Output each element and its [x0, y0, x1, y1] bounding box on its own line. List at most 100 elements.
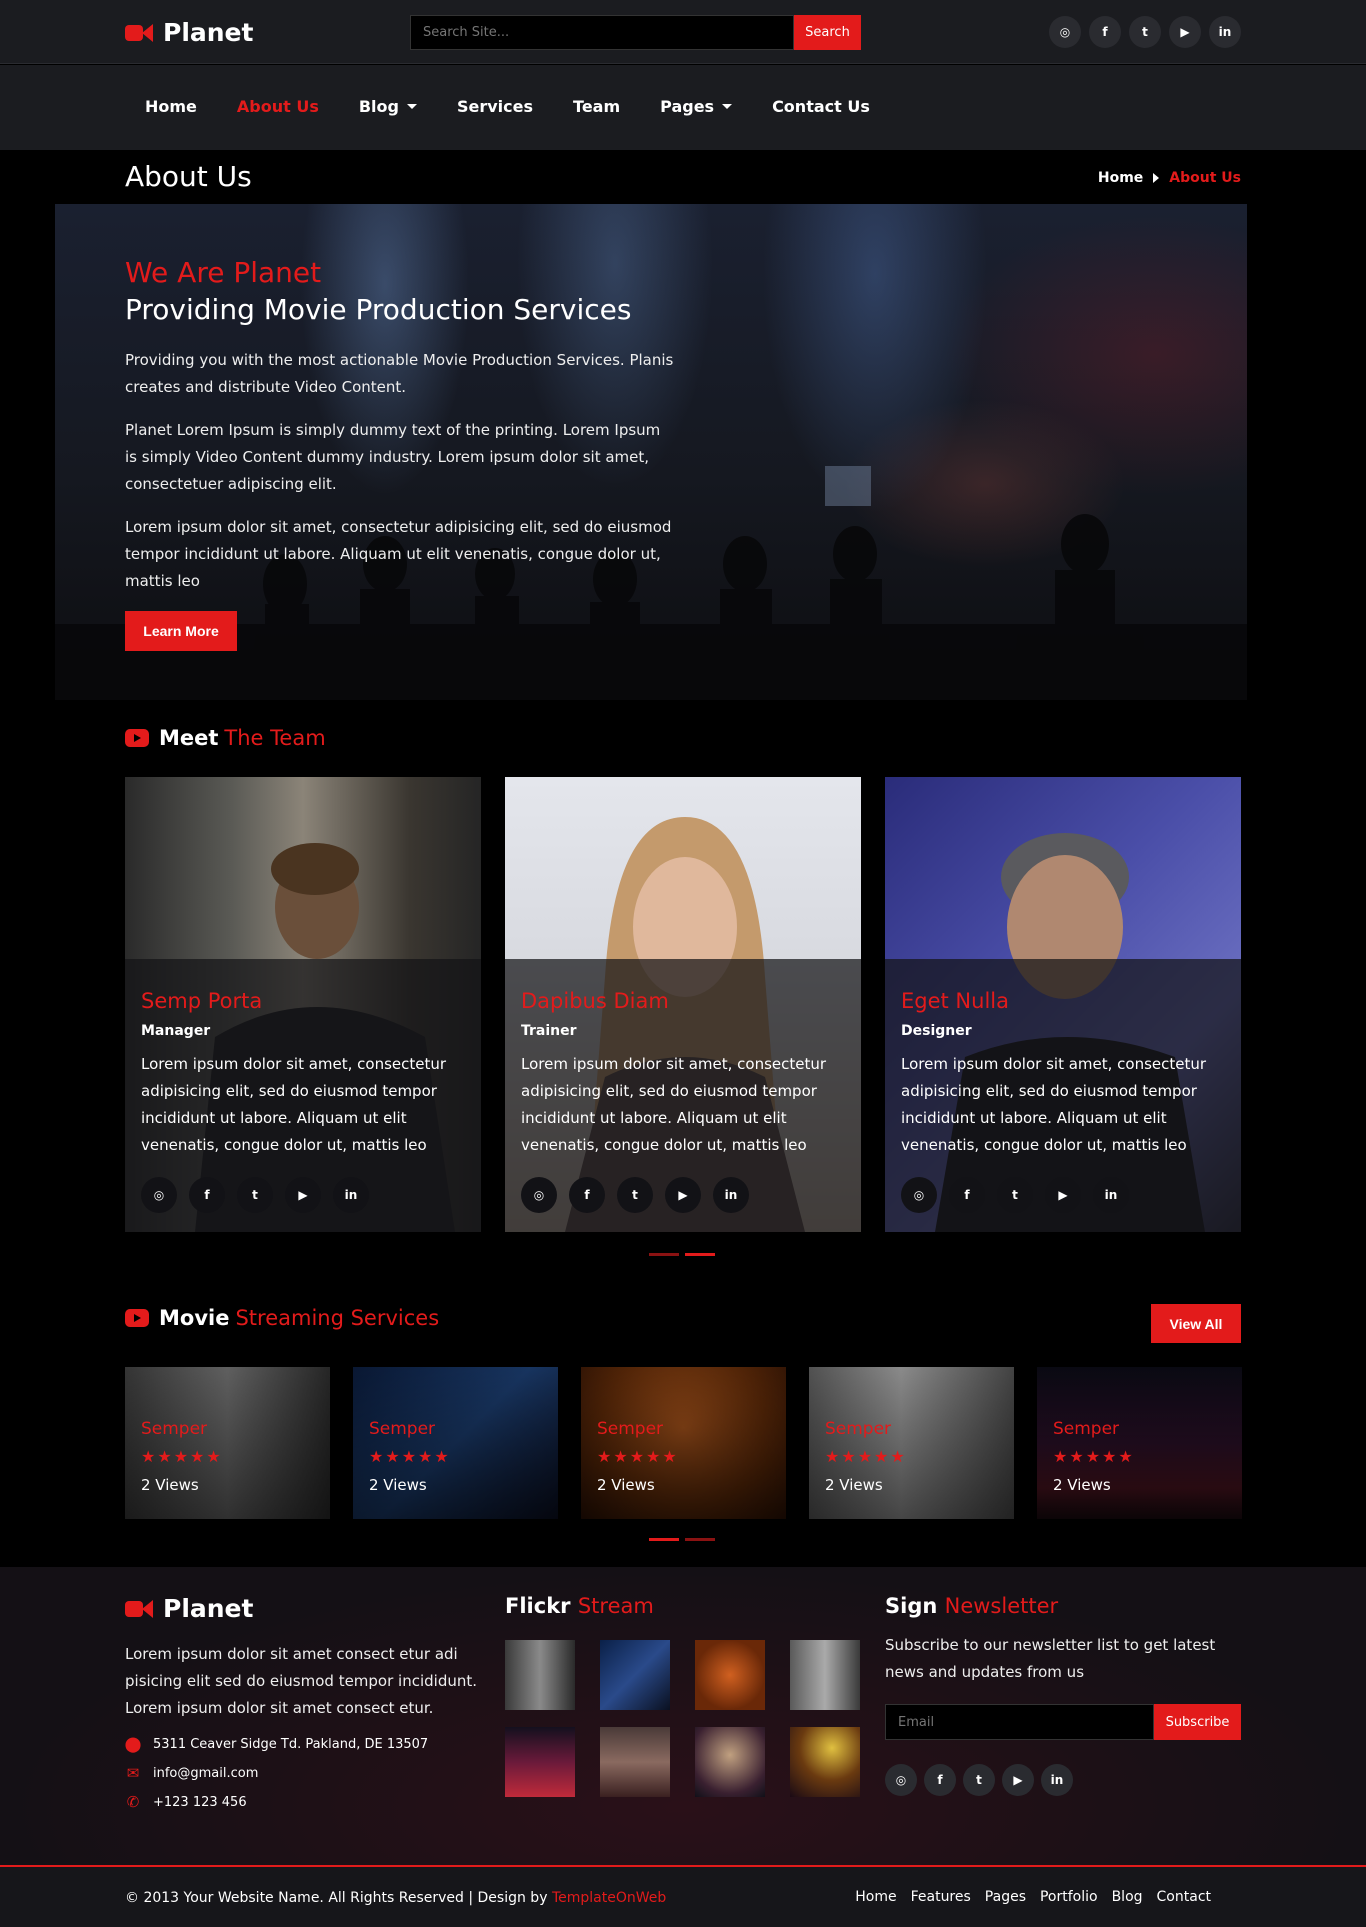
twitter-icon[interactable]: t: [237, 1177, 273, 1213]
newsletter-heading-white: Sign: [885, 1594, 938, 1618]
hero-heading-red: We Are Planet: [125, 256, 322, 289]
hero-paragraph-1: Providing you with the most actionable M…: [125, 351, 674, 396]
view-all-button[interactable]: View All: [1151, 1304, 1241, 1343]
movie-card[interactable]: Semper ★★★★★ 2 Views: [1037, 1367, 1242, 1519]
movie-carousel-dots: [649, 1538, 715, 1541]
search-input[interactable]: [410, 15, 794, 50]
youtube-icon[interactable]: ▶: [665, 1177, 701, 1213]
star-rating-icon: ★★★★★: [369, 1447, 451, 1466]
footer-address: ⬤ 5311 Ceaver Sidge Td. Pakland, DE 1350…: [125, 1735, 481, 1753]
footer-link-blog[interactable]: Blog: [1112, 1889, 1143, 1905]
instagram-icon[interactable]: ◎: [521, 1177, 557, 1213]
flickr-thumb[interactable]: [695, 1727, 765, 1797]
footer-link-features[interactable]: Features: [911, 1889, 971, 1905]
nav-team[interactable]: Team: [573, 97, 620, 116]
flickr-thumb[interactable]: [505, 1640, 575, 1710]
nav-blog[interactable]: Blog: [359, 97, 417, 116]
movie-card[interactable]: Semper ★★★★★ 2 Views: [125, 1367, 330, 1519]
footer-email[interactable]: ✉ info@gmail.com: [125, 1764, 481, 1782]
chevron-down-icon: [722, 104, 733, 109]
footer-links: Home Features Pages Portfolio Blog Conta…: [855, 1889, 1211, 1905]
movie-card[interactable]: Semper ★★★★★ 2 Views: [809, 1367, 1014, 1519]
movie-views: 2 Views: [597, 1476, 655, 1494]
movie-title-white: Movie: [159, 1306, 230, 1330]
footer-link-portfolio[interactable]: Portfolio: [1040, 1889, 1098, 1905]
team-section-heading: Meet The Team: [125, 726, 326, 750]
newsletter-email-input[interactable]: [885, 1704, 1154, 1740]
flickr-thumb[interactable]: [790, 1727, 860, 1797]
flickr-thumb[interactable]: [600, 1640, 670, 1710]
flickr-thumb[interactable]: [505, 1727, 575, 1797]
nav-home[interactable]: Home: [145, 97, 197, 116]
flickr-thumb[interactable]: [790, 1640, 860, 1710]
twitter-icon[interactable]: t: [997, 1177, 1033, 1213]
footer-link-contact[interactable]: Contact: [1157, 1889, 1211, 1905]
learn-more-button[interactable]: Learn More: [125, 611, 237, 651]
address-text: 5311 Ceaver Sidge Td. Pakland, DE 13507: [153, 1736, 429, 1752]
flickr-heading-white: Flickr: [505, 1594, 571, 1618]
nav-services[interactable]: Services: [457, 97, 533, 116]
flickr-thumbnails: [505, 1640, 861, 1797]
team-card[interactable]: Eget Nulla Designer Lorem ipsum dolor si…: [885, 777, 1241, 1232]
team-member-desc: Lorem ipsum dolor sit amet, consectetur …: [901, 1055, 1207, 1154]
hero-heading: Providing Movie Production Services: [125, 293, 632, 326]
twitter-icon[interactable]: t: [963, 1764, 995, 1796]
play-icon: [125, 1309, 149, 1327]
flickr-thumb[interactable]: [695, 1640, 765, 1710]
youtube-icon[interactable]: ▶: [1169, 16, 1201, 48]
instagram-icon[interactable]: ◎: [901, 1177, 937, 1213]
carousel-dot-active[interactable]: [649, 1538, 679, 1541]
nav-about-us[interactable]: About Us: [237, 97, 319, 116]
team-card[interactable]: Dapibus Diam Trainer Lorem ipsum dolor s…: [505, 777, 861, 1232]
instagram-icon[interactable]: ◎: [1049, 16, 1081, 48]
linkedin-icon[interactable]: in: [1041, 1764, 1073, 1796]
flickr-thumb[interactable]: [600, 1727, 670, 1797]
facebook-icon[interactable]: f: [1089, 16, 1121, 48]
team-card[interactable]: Semp Porta Manager Lorem ipsum dolor sit…: [125, 777, 481, 1232]
movie-views: 2 Views: [369, 1476, 427, 1494]
twitter-icon[interactable]: t: [1129, 16, 1161, 48]
facebook-icon[interactable]: f: [949, 1177, 985, 1213]
movie-title: Semper: [369, 1419, 436, 1439]
star-rating-icon: ★★★★★: [825, 1447, 907, 1466]
carousel-dot-active[interactable]: [685, 1253, 715, 1256]
search-button[interactable]: Search: [794, 15, 861, 50]
subscribe-button[interactable]: Subscribe: [1154, 1704, 1241, 1740]
nav-pages[interactable]: Pages: [660, 97, 733, 116]
twitter-icon[interactable]: t: [617, 1177, 653, 1213]
nav-pages-label: Pages: [660, 97, 715, 116]
movie-card[interactable]: Semper ★★★★★ 2 Views: [581, 1367, 786, 1519]
team-member-desc: Lorem ipsum dolor sit amet, consectetur …: [521, 1055, 827, 1154]
carousel-dot[interactable]: [649, 1253, 679, 1256]
top-header: Planet Search ◎ f t ▶ in: [0, 0, 1366, 64]
footer-phone[interactable]: ✆ +123 123 456: [125, 1793, 481, 1811]
brand-logo[interactable]: Planet: [125, 18, 253, 47]
facebook-icon[interactable]: f: [924, 1764, 956, 1796]
footer-logo[interactable]: Planet: [125, 1594, 481, 1623]
footer-link-home[interactable]: Home: [855, 1889, 896, 1905]
instagram-icon[interactable]: ◎: [885, 1764, 917, 1796]
movie-views: 2 Views: [141, 1476, 199, 1494]
youtube-icon[interactable]: ▶: [1002, 1764, 1034, 1796]
linkedin-icon[interactable]: in: [713, 1177, 749, 1213]
flickr-heading-red: Stream: [577, 1594, 654, 1618]
designer-link[interactable]: TemplateOnWeb: [552, 1890, 666, 1906]
team-card-overlay: Semp Porta Manager Lorem ipsum dolor sit…: [125, 959, 481, 1232]
breadcrumb-home[interactable]: Home: [1098, 170, 1143, 186]
youtube-icon[interactable]: ▶: [285, 1177, 321, 1213]
movie-card[interactable]: Semper ★★★★★ 2 Views: [353, 1367, 558, 1519]
team-member-name: Dapibus Diam: [521, 989, 669, 1013]
breadcrumb-current: About Us: [1169, 170, 1241, 186]
linkedin-icon[interactable]: in: [1093, 1177, 1129, 1213]
footer-link-pages[interactable]: Pages: [985, 1889, 1026, 1905]
camera-icon: [125, 23, 153, 42]
nav-contact-us[interactable]: Contact Us: [772, 97, 870, 116]
facebook-icon[interactable]: f: [569, 1177, 605, 1213]
facebook-icon[interactable]: f: [189, 1177, 225, 1213]
chevron-right-icon: [1153, 173, 1160, 183]
youtube-icon[interactable]: ▶: [1045, 1177, 1081, 1213]
linkedin-icon[interactable]: in: [1209, 16, 1241, 48]
carousel-dot[interactable]: [685, 1538, 715, 1541]
instagram-icon[interactable]: ◎: [141, 1177, 177, 1213]
linkedin-icon[interactable]: in: [333, 1177, 369, 1213]
